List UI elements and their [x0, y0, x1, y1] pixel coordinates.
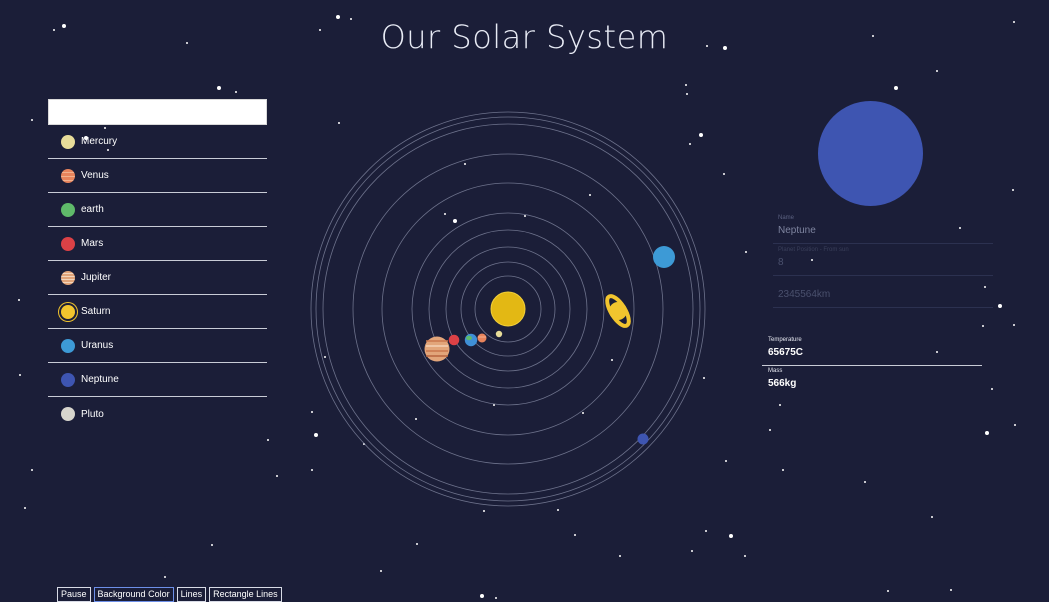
star — [19, 374, 21, 376]
star — [211, 544, 213, 546]
temperature-label: Temperature — [768, 337, 802, 343]
star — [998, 304, 1002, 308]
mass-label: Mass — [768, 368, 783, 374]
star — [991, 388, 993, 390]
star — [495, 597, 497, 599]
jupiter-icon — [61, 270, 75, 285]
saturn-planet — [609, 302, 627, 320]
star — [267, 439, 269, 441]
star — [380, 570, 382, 572]
star — [480, 594, 484, 598]
planet-label: Uranus — [81, 340, 114, 351]
planet-item-jupiter[interactable]: Jupiter — [48, 261, 267, 295]
planet-label: Pluto — [81, 408, 104, 420]
name-field[interactable]: Name Neptune — [773, 212, 993, 244]
star — [18, 299, 20, 301]
star — [574, 534, 576, 536]
star — [950, 589, 952, 591]
search-input[interactable] — [48, 99, 267, 125]
planet-list: Mercury Venus earth Mars Jupiter Saturn … — [48, 125, 267, 431]
temperature-field[interactable]: Temperature 65675C — [762, 337, 982, 366]
sun — [490, 291, 526, 327]
uranus-icon — [61, 338, 75, 353]
star — [416, 543, 418, 545]
star — [686, 93, 688, 95]
star — [705, 530, 707, 532]
neptune-planet — [637, 433, 649, 445]
star — [685, 84, 687, 86]
star — [31, 119, 33, 121]
star — [931, 516, 933, 518]
name-label: Name — [778, 215, 795, 221]
page-title: Our Solar System — [380, 18, 669, 56]
planet-item-mars[interactable]: Mars — [48, 227, 267, 261]
planet-label: Jupiter — [81, 272, 112, 283]
planet-item-uranus[interactable]: Uranus — [48, 329, 267, 363]
planet-label: Saturn — [81, 306, 111, 317]
planet-label: earth — [81, 204, 104, 215]
earth-land — [466, 335, 472, 341]
star — [729, 534, 733, 538]
neptune-icon — [61, 372, 75, 387]
mars-planet — [448, 334, 460, 346]
planet-item-earth[interactable]: earth — [48, 193, 267, 227]
star — [894, 86, 898, 90]
earth-planet — [464, 333, 478, 347]
star — [619, 555, 621, 557]
star — [235, 91, 237, 93]
position-label: Planet Position - From sun — [778, 247, 849, 253]
star — [864, 481, 866, 483]
mercury-icon — [61, 134, 75, 149]
star — [782, 469, 784, 471]
pluto-icon — [61, 407, 75, 421]
star — [217, 86, 221, 90]
star — [276, 475, 278, 477]
mass-value: 566kg — [768, 378, 797, 389]
planet-item-pluto[interactable]: Pluto — [48, 397, 267, 431]
name-value: Neptune — [778, 225, 816, 236]
star — [164, 576, 166, 578]
mass-field[interactable]: Mass 566kg — [762, 368, 982, 394]
star — [985, 431, 989, 435]
info-panel: Name Neptune Planet Position - From sun … — [773, 212, 993, 308]
planet-preview — [818, 101, 923, 206]
star — [936, 70, 938, 72]
planet-item-neptune[interactable]: Neptune — [48, 363, 267, 397]
star — [769, 429, 771, 431]
temperature-value: 65675C — [768, 347, 804, 358]
star — [1012, 189, 1014, 191]
venus-icon — [61, 168, 75, 183]
venus-planet — [477, 333, 487, 343]
orbit-diagram — [310, 111, 706, 507]
planet-item-saturn[interactable]: Saturn — [48, 295, 267, 329]
distance-value: 2345564km — [778, 289, 831, 300]
saturn-icon — [61, 304, 75, 319]
star — [982, 325, 984, 327]
star — [745, 251, 747, 253]
position-value: 8 — [778, 257, 784, 268]
star — [744, 555, 746, 557]
planet-panel: Mercury Venus earth Mars Jupiter Saturn … — [48, 99, 267, 431]
mars-icon — [61, 236, 75, 251]
distance-field[interactable]: 2345564km — [773, 276, 993, 308]
planet-item-mercury[interactable]: Mercury — [48, 125, 267, 159]
position-field[interactable]: Planet Position - From sun 8 — [773, 244, 993, 276]
planet-label: Mercury — [81, 136, 118, 147]
earth-icon — [61, 202, 75, 217]
planet-label: Neptune — [81, 374, 119, 385]
planet-label: Venus — [81, 170, 109, 181]
star — [779, 404, 781, 406]
planet-item-venus[interactable]: Venus — [48, 159, 267, 193]
star — [24, 507, 26, 509]
mercury-planet — [495, 330, 503, 338]
star — [1013, 324, 1015, 326]
star — [1014, 424, 1016, 426]
uranus-planet — [653, 246, 675, 268]
star — [691, 550, 693, 552]
planet-label: Mars — [81, 238, 104, 249]
star — [887, 590, 889, 592]
star — [31, 469, 33, 471]
